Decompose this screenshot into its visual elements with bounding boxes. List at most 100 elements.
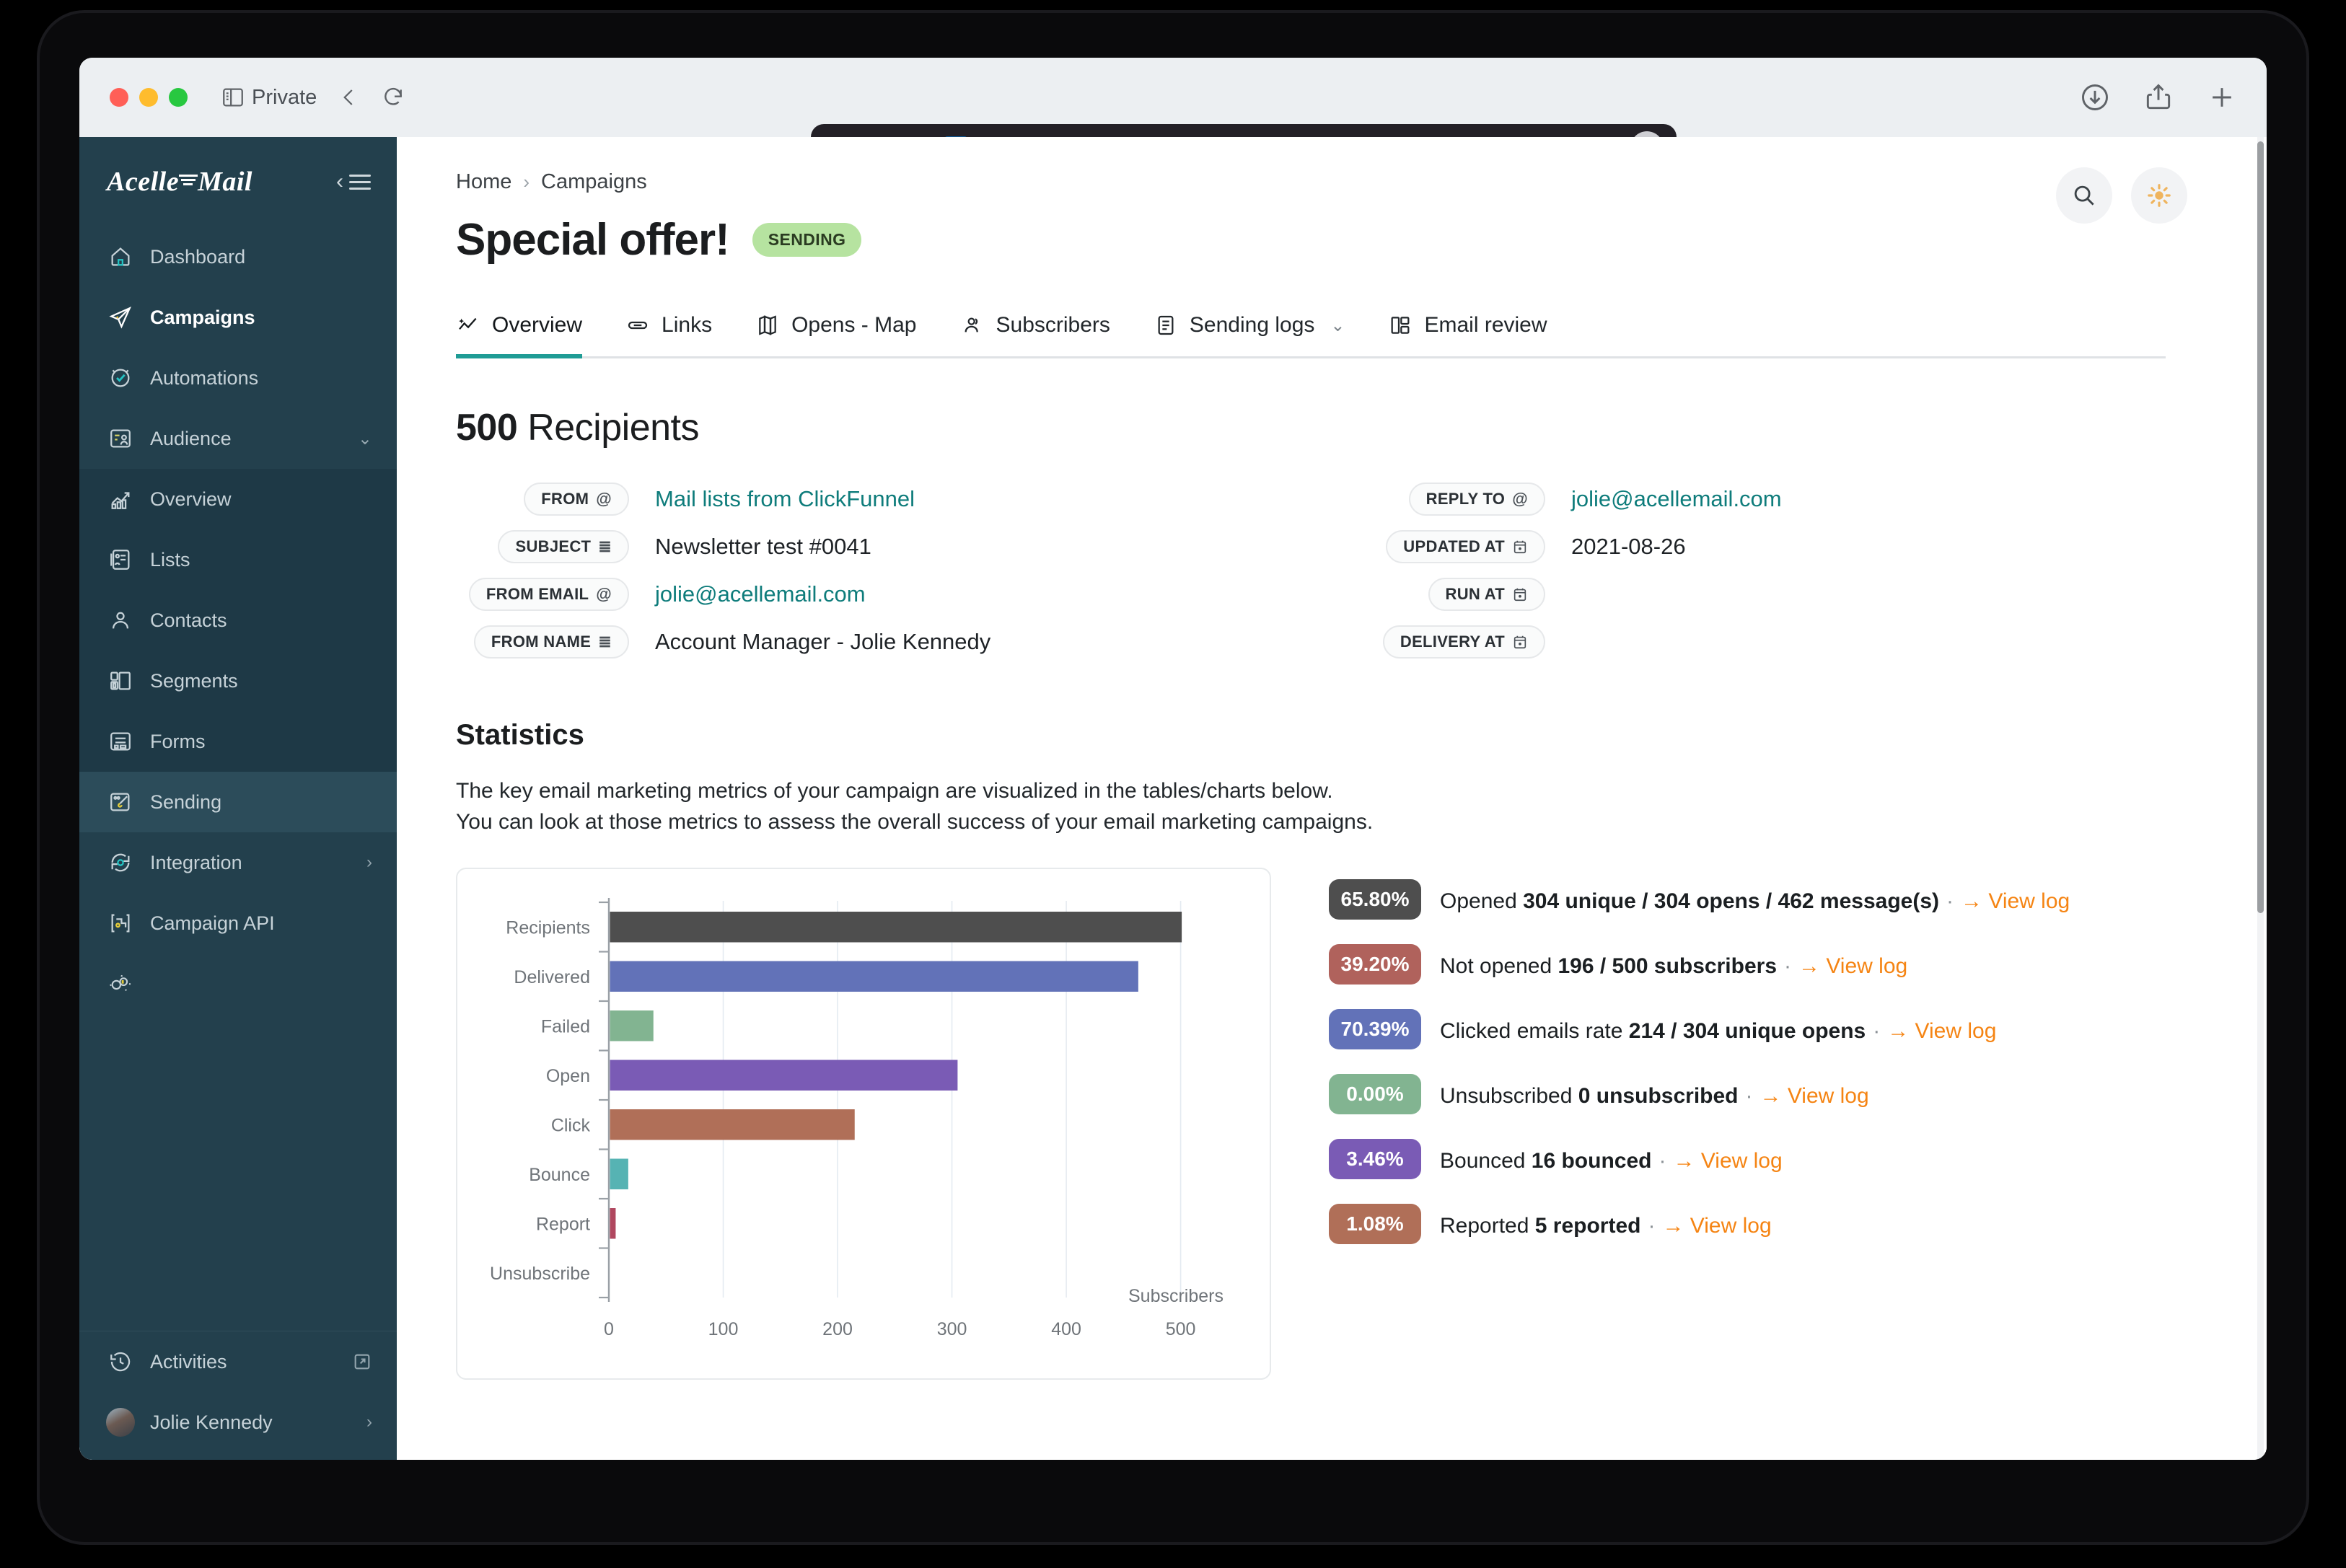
sidebar-item-label: Overview — [150, 488, 232, 510]
tab-links[interactable]: Links — [625, 313, 712, 356]
search-button[interactable] — [2056, 167, 2112, 224]
chart-x-axis-title: Subscribers — [1128, 1286, 1223, 1306]
sidebar-item-label: Campaign API — [150, 912, 275, 934]
sidebar-item-forms[interactable]: Forms — [79, 711, 397, 772]
sidebar-item-audience[interactable]: Audience ⌄ — [79, 408, 397, 469]
map-icon — [755, 313, 780, 338]
tab-opens-map[interactable]: Opens - Map — [755, 313, 917, 356]
chip-updated-at: UPDATED AT — [1386, 530, 1545, 563]
chip-from-email: FROM EMAIL @ — [468, 578, 629, 611]
metric-text: Reported 5 reported · → View log — [1440, 1204, 1772, 1242]
breadcrumb-campaigns[interactable]: Campaigns — [541, 170, 647, 194]
tab-bar: Overview Links Opens - Map Subscribers S… — [456, 313, 2166, 358]
metric-strong: 5 reported — [1534, 1214, 1641, 1238]
info-value-from-email[interactable]: jolie@acellemail.com — [655, 581, 866, 607]
user-icon — [107, 607, 134, 634]
calendar-icon — [1512, 634, 1528, 650]
metric-percent: 39.20% — [1329, 944, 1421, 985]
sidebar-item-label: Automations — [150, 366, 259, 389]
at-icon: @ — [596, 585, 612, 603]
info-row-updated-at: UPDATED AT 2021-08-26 — [1350, 530, 1782, 563]
metric-strong: 304 unique / 304 opens / 462 message(s) — [1523, 889, 1940, 914]
info-value-from[interactable]: Mail lists from ClickFunnel — [655, 486, 915, 512]
chip-reply-to: REPLY TO @ — [1408, 483, 1545, 516]
view-log-link[interactable]: → View log — [1760, 1084, 1868, 1108]
metric-strong: 214 / 304 unique opens — [1628, 1019, 1866, 1044]
sidebar-item-templates[interactable]: Sending — [79, 772, 397, 832]
sidebar-item-user-profile[interactable]: Jolie Kennedy › — [79, 1392, 397, 1453]
window-controls[interactable] — [110, 88, 188, 107]
chart-growth-icon — [107, 485, 134, 513]
tab-overview[interactable]: Overview — [456, 313, 583, 358]
metric-percent: 1.08% — [1329, 1204, 1421, 1245]
metric-percent: 65.80% — [1329, 879, 1421, 920]
sync-gear-icon — [107, 849, 134, 876]
sidebar-item-segments[interactable]: Segments — [79, 651, 397, 711]
info-value-reply-to[interactable]: jolie@acellemail.com — [1571, 486, 1782, 512]
sidebar-item-sending[interactable]: Integration › — [79, 832, 397, 893]
reload-icon[interactable] — [382, 85, 405, 110]
chart-x-tick-label: 400 — [1051, 1319, 1081, 1339]
tab-subscribers[interactable]: Subscribers — [960, 313, 1110, 356]
chart-x-tick-label: 100 — [708, 1319, 739, 1339]
sidebar-item-label: Contacts — [150, 609, 227, 631]
theme-toggle-button[interactable] — [2131, 167, 2187, 224]
recipients-label: Recipients — [517, 407, 699, 449]
log-icon — [1154, 313, 1178, 338]
chevron-down-icon[interactable]: ⌄ — [1330, 315, 1345, 336]
sidebar-toggle-button[interactable]: Private — [221, 85, 317, 110]
chart-bar — [610, 912, 1182, 943]
sidebar-item-label: Lists — [150, 548, 190, 571]
downloads-icon[interactable] — [2079, 82, 2111, 113]
maximize-window-button[interactable] — [169, 88, 188, 107]
sidebar-item-campaign-api[interactable] — [79, 953, 397, 1014]
view-log-link[interactable]: → View log — [1961, 889, 2070, 913]
sidebar-collapse-button[interactable]: ‹ — [336, 169, 371, 194]
logo-speed-lines — [179, 172, 198, 188]
sidebar-item-overview[interactable]: Overview — [79, 469, 397, 529]
tab-email-review[interactable]: Email review — [1388, 313, 1547, 356]
app-logo[interactable]: Acelle Mail — [107, 166, 252, 198]
breadcrumb-home[interactable]: Home — [456, 170, 511, 194]
chart-category-label: Click — [551, 1115, 591, 1135]
metric-label: Not opened — [1440, 954, 1558, 979]
view-log-link[interactable]: → View log — [1673, 1149, 1782, 1173]
panel-icon — [223, 88, 243, 107]
metric-percent: 3.46% — [1329, 1139, 1421, 1180]
scrollbar-thumb[interactable] — [2257, 141, 2264, 913]
sidebar-item-label: Campaigns — [150, 306, 255, 328]
sidebar-item-contacts[interactable]: Contacts — [79, 590, 397, 651]
at-icon: @ — [596, 490, 612, 508]
integration-icon — [107, 909, 134, 937]
private-label: Private — [252, 85, 317, 109]
chip-delivery-at: DELIVERY AT — [1382, 625, 1545, 659]
view-log-link[interactable]: → View log — [1887, 1019, 1996, 1043]
minimize-window-button[interactable] — [139, 88, 158, 107]
chart-category-label: Bounce — [529, 1165, 590, 1185]
metric-dot: · — [1659, 1149, 1666, 1173]
chip-label: DELIVERY AT — [1400, 633, 1505, 651]
tab-label: Overview — [492, 313, 583, 337]
sidebar-item-lists[interactable]: Lists — [79, 529, 397, 590]
logo-text-2: Mail — [198, 167, 252, 197]
view-log-link[interactable]: → View log — [1662, 1214, 1771, 1238]
at-icon: @ — [1512, 490, 1528, 508]
campaign-info-right: REPLY TO @ jolie@acellemail.com UPDATED A… — [1350, 483, 1782, 659]
sidebar-item-automations[interactable]: Automations — [79, 348, 397, 408]
metric-dot: · — [1745, 1084, 1753, 1109]
chevron-left-icon: ‹ — [336, 169, 343, 193]
new-tab-icon[interactable] — [2206, 82, 2238, 113]
metric-bounced: 3.46% Bounced 16 bounced · → View log — [1329, 1139, 2180, 1180]
close-window-button[interactable] — [110, 88, 128, 107]
sidebar-item-integration[interactable]: Campaign API — [79, 893, 397, 953]
view-log-link[interactable]: → View log — [1798, 954, 1907, 978]
back-icon[interactable] — [338, 85, 360, 110]
sidebar-item-activities[interactable]: Activities — [79, 1331, 397, 1392]
tab-sending-logs[interactable]: Sending logs ⌄ — [1154, 313, 1345, 356]
sidebar-item-campaigns[interactable]: Campaigns — [79, 287, 397, 348]
user-name-label: Jolie Kennedy — [150, 1411, 273, 1433]
metric-text: Opened 304 unique / 304 opens / 462 mess… — [1440, 879, 2070, 917]
sidebar-item-dashboard[interactable]: Dashboard — [79, 226, 397, 287]
share-icon[interactable] — [2143, 82, 2174, 113]
info-value-from-name: Account Manager - Jolie Kennedy — [655, 629, 991, 654]
